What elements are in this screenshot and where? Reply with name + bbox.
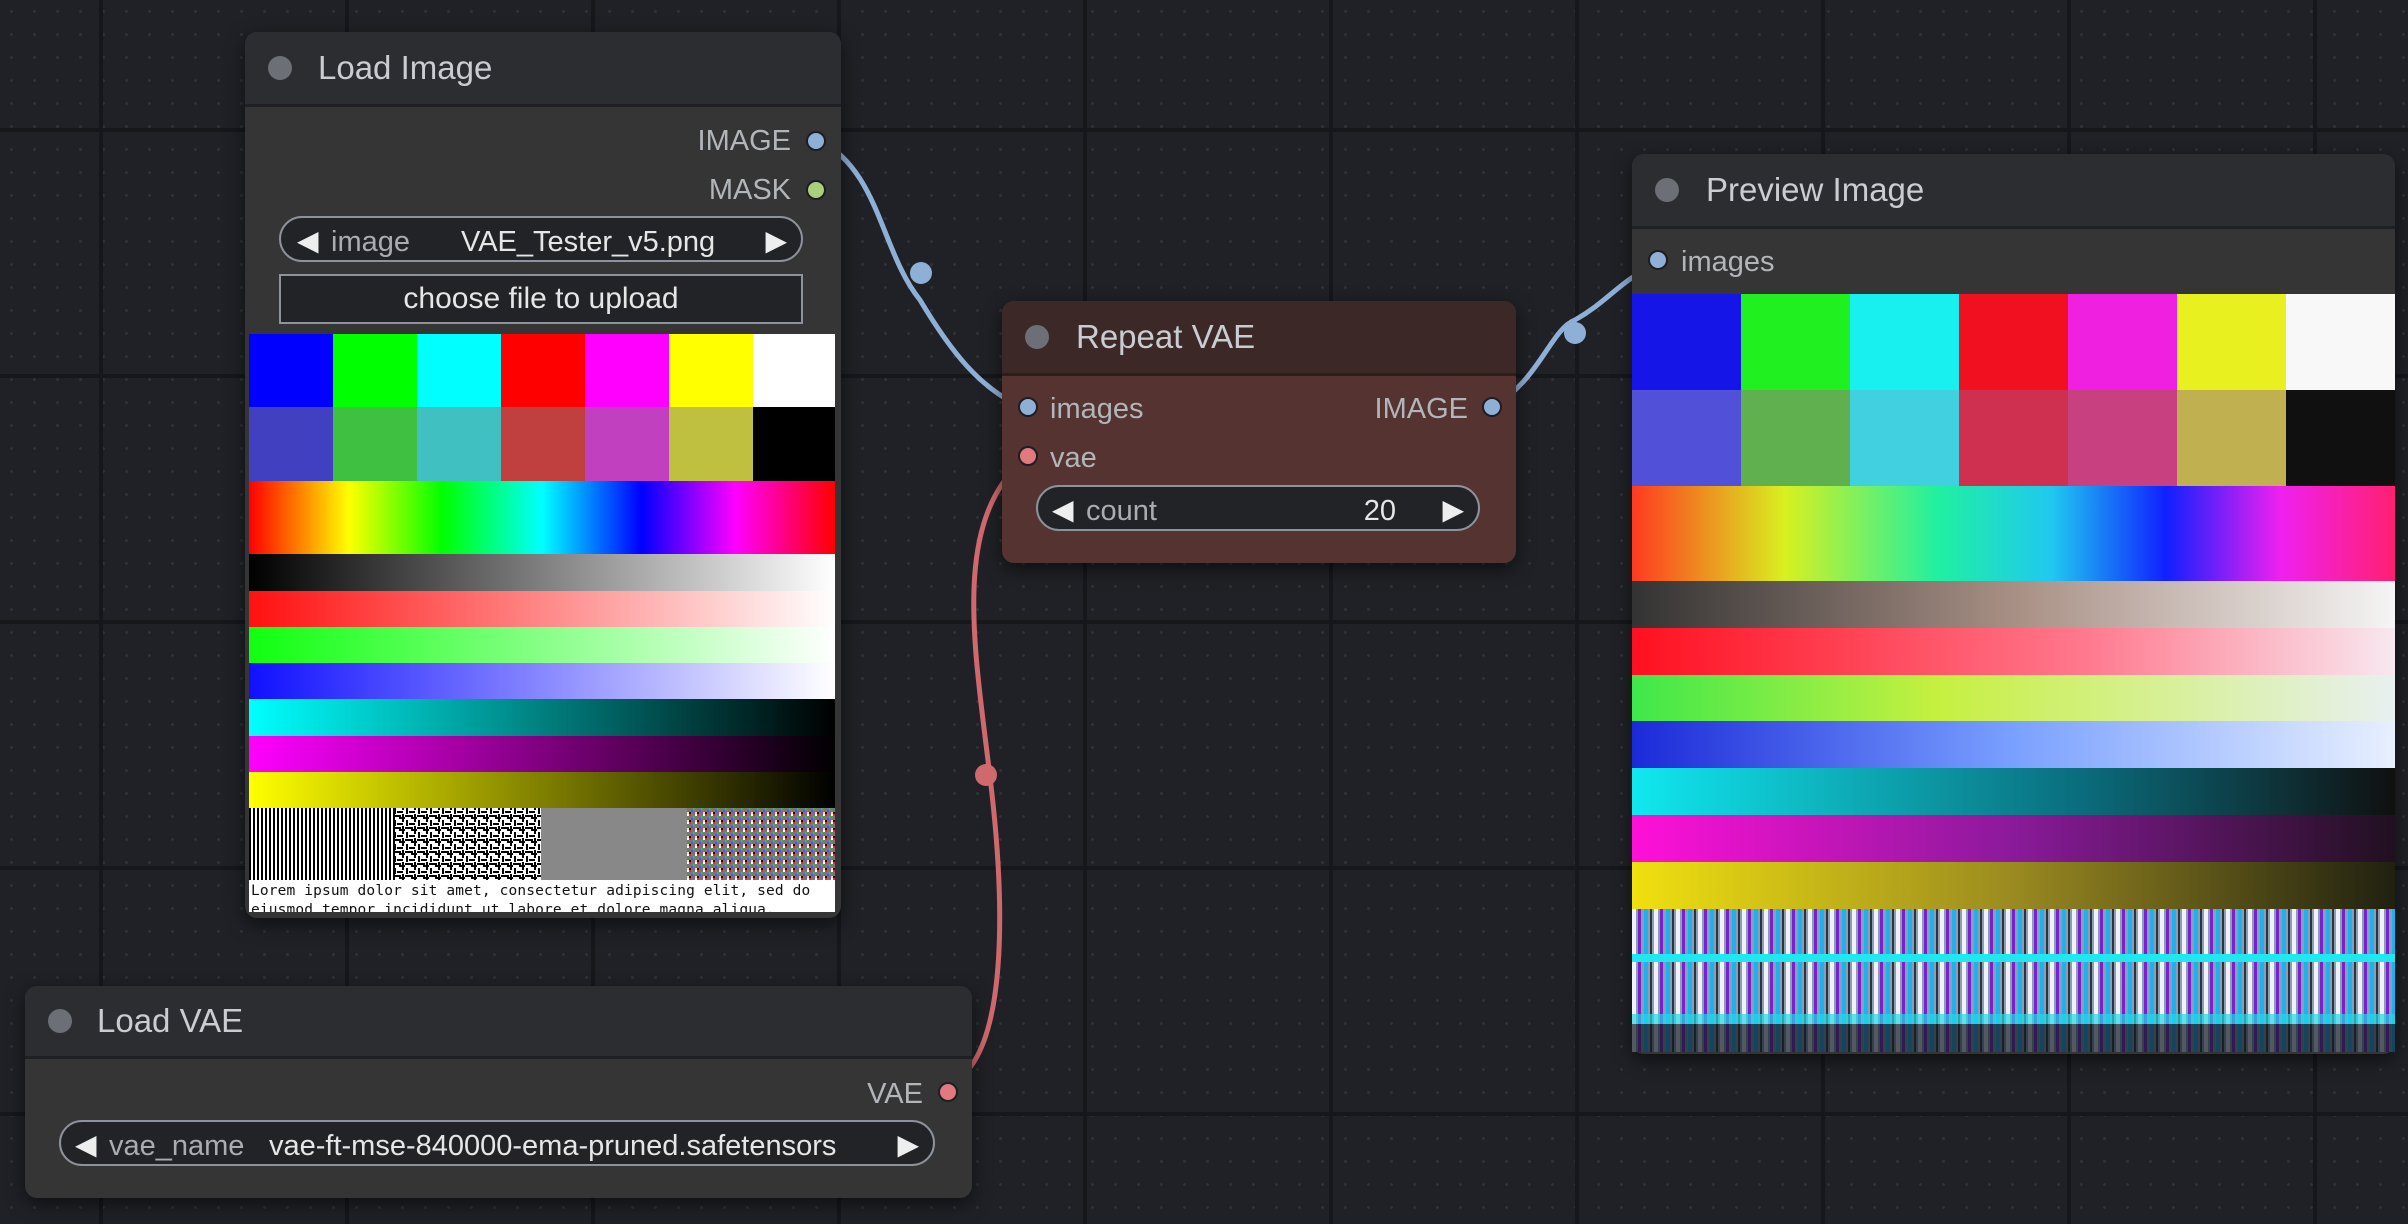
- right-arrow-icon[interactable]: ▶: [765, 224, 787, 257]
- node-title-bar[interactable]: Load Image: [245, 32, 841, 107]
- collapse-dot-icon[interactable]: [268, 56, 292, 80]
- output-slot-vae[interactable]: [938, 1082, 958, 1102]
- widget-label: vae_name: [109, 1130, 245, 1162]
- input-slot-vae[interactable]: [1018, 446, 1038, 466]
- node-title-bar[interactable]: Preview Image: [1632, 154, 2395, 229]
- node-title: Load Image: [318, 49, 493, 86]
- widget-label: count: [1086, 495, 1157, 527]
- node-title: Repeat VAE: [1076, 318, 1256, 355]
- output-label-image: IMAGE: [1374, 393, 1468, 425]
- node-title: Preview Image: [1706, 171, 1925, 208]
- loaded-image-preview: Lorem ipsum dolor sit amet, consectetur …: [249, 334, 835, 912]
- output-label-image: IMAGE: [697, 125, 791, 157]
- left-arrow-icon[interactable]: ◀: [297, 224, 319, 257]
- output-label-vae: VAE: [867, 1078, 923, 1110]
- node-title-bar[interactable]: Load VAE: [25, 986, 972, 1059]
- output-slot-image[interactable]: [806, 131, 826, 151]
- repeat-vae-node[interactable]: Repeat VAE images IMAGE vae ◀ count 20 ▶: [1002, 301, 1516, 563]
- output-label-mask: MASK: [708, 174, 791, 206]
- node-title: Load VAE: [97, 1002, 244, 1039]
- output-image-preview: [1632, 294, 2395, 1052]
- node-title-bar[interactable]: Repeat VAE: [1002, 301, 1516, 376]
- image-combo-widget[interactable]: ◀ image VAE_Tester_v5.png ▶: [279, 216, 803, 262]
- upload-button[interactable]: choose file to upload: [279, 274, 803, 324]
- degraded-test-pattern-image: [1632, 294, 2395, 1052]
- output-slot-mask[interactable]: [806, 180, 826, 200]
- load-image-node[interactable]: Load Image IMAGE MASK ◀ image VAE_Tester…: [245, 32, 841, 918]
- increment-arrow-icon[interactable]: ▶: [1442, 493, 1464, 526]
- widget-value: 20: [1363, 495, 1396, 527]
- left-arrow-icon[interactable]: ◀: [75, 1128, 97, 1161]
- input-slot-images[interactable]: [1018, 397, 1038, 417]
- widget-label: image: [331, 226, 410, 258]
- preview-text-line: Lorem ipsum dolor sit amet, consectetur …: [251, 883, 811, 899]
- input-label-images: images: [1050, 393, 1144, 425]
- decrement-arrow-icon[interactable]: ◀: [1052, 493, 1074, 526]
- collapse-dot-icon[interactable]: [1655, 178, 1679, 202]
- test-pattern-image: [249, 334, 835, 912]
- output-slot-image[interactable]: [1482, 397, 1502, 417]
- widget-value: VAE_Tester_v5.png: [461, 226, 716, 258]
- right-arrow-icon[interactable]: ▶: [897, 1128, 919, 1161]
- widget-value: vae-ft-mse-840000-ema-pruned.safetensors: [269, 1130, 837, 1162]
- collapse-dot-icon[interactable]: [1025, 325, 1049, 349]
- preview-text-line: eiusmod tempor incididunt ut labore et d…: [251, 902, 775, 912]
- input-slot-images[interactable]: [1648, 250, 1668, 270]
- collapse-dot-icon[interactable]: [48, 1009, 72, 1033]
- load-vae-node[interactable]: Load VAE VAE ◀ vae_name vae-ft-mse-84000…: [25, 986, 972, 1198]
- preview-image-node[interactable]: Preview Image images: [1632, 154, 2395, 1054]
- input-label-images: images: [1681, 246, 1775, 278]
- vae-name-combo-widget[interactable]: ◀ vae_name vae-ft-mse-840000-ema-pruned.…: [59, 1120, 935, 1166]
- input-label-vae: vae: [1050, 442, 1097, 474]
- count-number-widget[interactable]: ◀ count 20 ▶: [1036, 485, 1480, 531]
